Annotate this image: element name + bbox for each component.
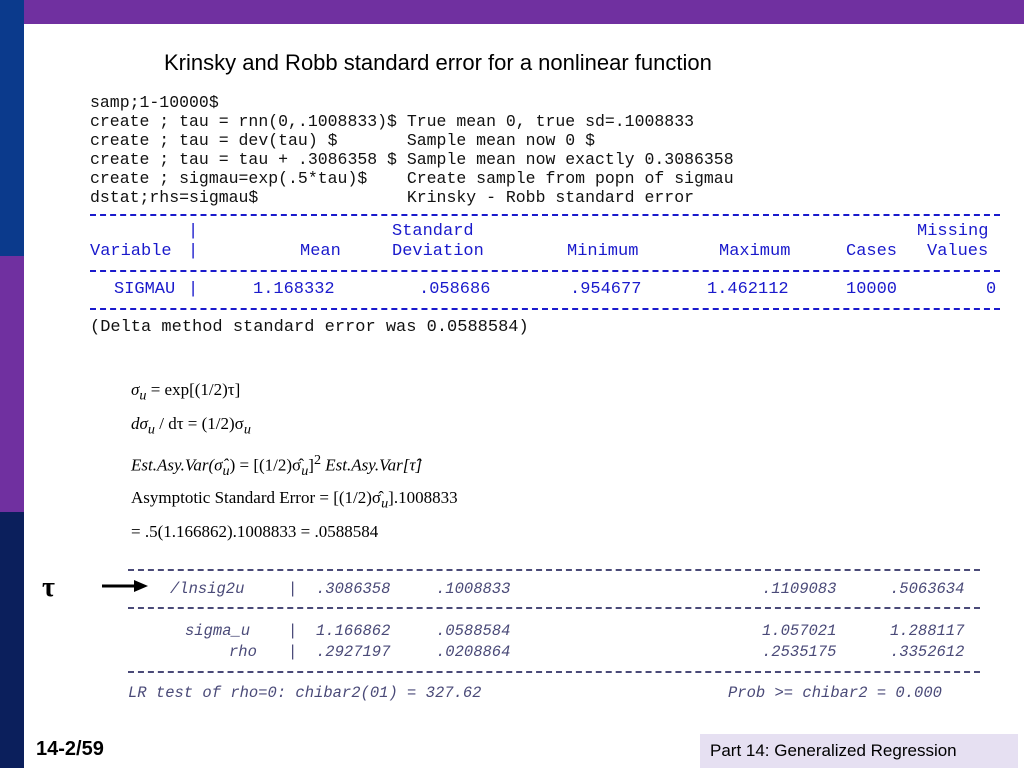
- page-number: 14-2/59: [36, 738, 104, 760]
- equation-4: Asymptotic Standard Error = [(1/2)σ̂u].1…: [131, 488, 458, 512]
- tau-symbol: τ: [42, 572, 55, 603]
- footer-bar: Part 14: Generalized Regression: [700, 734, 1018, 768]
- command-line: create ; tau = rnn(0,.1008833)$ True mea…: [90, 112, 694, 131]
- left-accent-bar: [0, 0, 24, 768]
- output-rule: [128, 607, 980, 609]
- output-rule: [128, 671, 980, 673]
- output-row-rho: rho | .2927197 .0208864 .2535175 .335261…: [229, 643, 965, 661]
- equation-2: dσu / dτ = (1/2)σu: [131, 414, 251, 438]
- output-row-sigma-u: sigma_u | 1.166862 .0588584 1.057021 1.2…: [185, 622, 965, 640]
- command-block: samp;1-10000$ create ; tau = rnn(0,.1008…: [90, 93, 734, 207]
- dstat-header: | | Variable Standard Missing Mean Devia…: [90, 222, 989, 261]
- command-line: samp;1-10000$: [90, 93, 219, 112]
- slide-title: Krinsky and Robb standard error for a no…: [164, 50, 712, 75]
- command-line: create ; sigmau=exp(.5*tau)$ Create samp…: [90, 169, 734, 188]
- command-line: create ; tau = tau + .3086358 $ Sample m…: [90, 150, 734, 169]
- output-row-lnsig2u: /lnsig2u | .3086358 .1008833 .1109083 .5…: [170, 580, 965, 598]
- top-accent-bar: [0, 0, 1024, 24]
- command-line: dstat;rhs=sigmau$ Krinsky - Robb standar…: [90, 188, 694, 207]
- delta-note: (Delta method standard error was 0.05885…: [90, 318, 529, 337]
- table-rule: [90, 214, 1000, 216]
- equation-5: = .5(1.166862).1008833 = .0588584: [131, 522, 379, 541]
- dstat-row: SIGMAU | 1.168332 .058686 .954677 1.4621…: [114, 280, 997, 299]
- lr-test-line: LR test of rho=0: chibar2(01) = 327.62 P…: [128, 684, 942, 702]
- footer-label: Part 14: Generalized Regression: [710, 741, 957, 760]
- equation-1: σu = exp[(1/2)τ]: [131, 380, 241, 404]
- output-rule: [128, 569, 980, 571]
- equation-3: Est.Asy.Var(σ̂u) = [(1/2)σ̂u]2 Est.Asy.V…: [131, 452, 423, 480]
- command-line: create ; tau = dev(tau) $ Sample mean no…: [90, 131, 595, 150]
- table-rule: [90, 308, 1000, 310]
- table-rule: [90, 270, 1000, 272]
